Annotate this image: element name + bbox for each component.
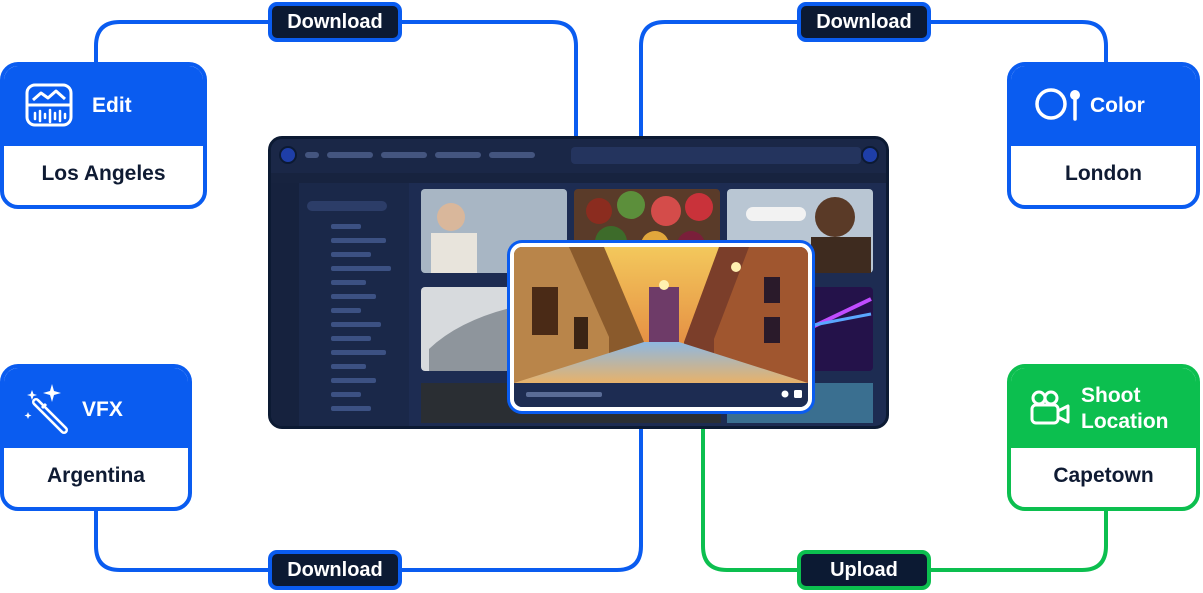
color-palette-icon <box>1035 88 1080 121</box>
location-card-vfx: VFX Argentina <box>0 364 192 511</box>
role-label: Shoot Location <box>1081 383 1169 435</box>
magic-wand-icon <box>24 384 68 434</box>
download-label-top-left: Download <box>268 2 402 42</box>
location-card-edit: Edit Los Angeles <box>0 62 207 209</box>
card-header: Shoot Location <box>1011 368 1196 448</box>
city-label: London <box>1065 162 1142 185</box>
role-line-1: Shoot <box>1081 384 1141 407</box>
city-label: Argentina <box>46 464 145 487</box>
role-label: Color <box>1090 94 1145 117</box>
role-line-2: Location <box>1081 410 1169 433</box>
card-header: Edit <box>4 66 203 146</box>
download-label-bottom: Download <box>268 550 402 590</box>
waveform-editor-icon <box>25 83 73 127</box>
video-camera-icon <box>1030 390 1070 425</box>
city-label: Los Angeles <box>41 162 166 185</box>
alley-image <box>514 247 808 407</box>
card-header: Color <box>1011 66 1196 146</box>
download-label-top-right: Download <box>797 2 931 42</box>
role-label: VFX <box>82 398 123 421</box>
role-label: Edit <box>92 94 132 117</box>
upload-label: Upload <box>797 550 931 590</box>
city-label: Capetown <box>1053 464 1154 487</box>
selected-clip-preview[interactable] <box>510 243 812 411</box>
location-card-shoot: Shoot Location Capetown <box>1007 364 1200 511</box>
card-header: VFX <box>4 368 188 448</box>
location-card-color: Color London <box>1007 62 1200 209</box>
